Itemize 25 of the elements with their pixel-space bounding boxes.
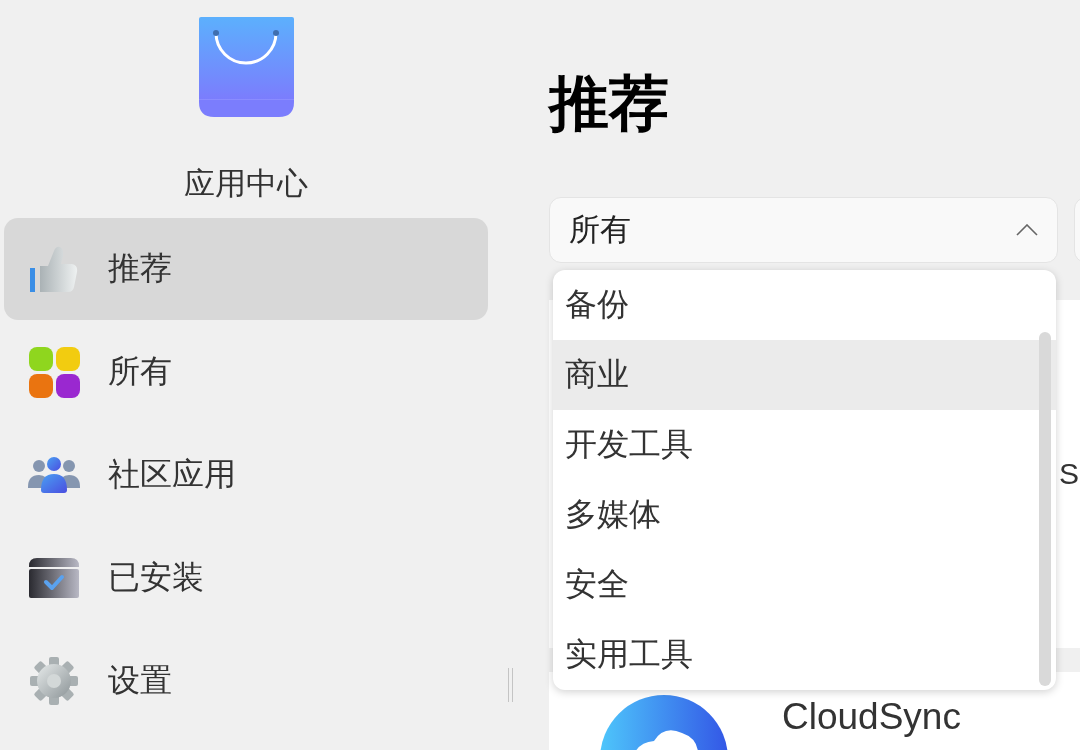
dropdown-option[interactable]: 开发工具 [553, 410, 1056, 480]
sidebar-item[interactable]: 所有 [4, 321, 488, 423]
app-name: 应用中心 [184, 165, 308, 203]
category-dropdown[interactable]: 所有 [549, 197, 1058, 263]
sidebar-item[interactable]: 已安装 [4, 527, 488, 629]
caret-up-icon [1016, 224, 1038, 236]
app-name: CloudSync [782, 695, 961, 739]
dropdown-option[interactable]: 多媒体 [553, 480, 1056, 550]
dropdown-option[interactable]: 实用工具 [553, 620, 1056, 690]
sidebar-item[interactable]: 设置 [4, 630, 488, 732]
dropdown-option[interactable]: 备份 [553, 270, 1056, 340]
dropdown-option[interactable]: 安全 [553, 550, 1056, 620]
people-icon [28, 457, 80, 493]
dropdown-option[interactable]: 商业 [553, 340, 1056, 410]
scrollbar-thumb[interactable] [1039, 332, 1051, 686]
thumbs-up-icon [30, 246, 78, 292]
sidebar-item[interactable]: 社区应用 [4, 424, 488, 526]
card-title: S [1059, 456, 1079, 492]
settings-icon [30, 657, 78, 705]
page-title: 推荐 [549, 69, 669, 139]
box-check-icon [29, 558, 79, 598]
sidebar-item[interactable]: 推荐 [4, 218, 488, 320]
resize-handle[interactable] [508, 668, 513, 702]
four-squares-icon [28, 346, 80, 398]
shopping-bag-logo-icon [198, 17, 294, 117]
